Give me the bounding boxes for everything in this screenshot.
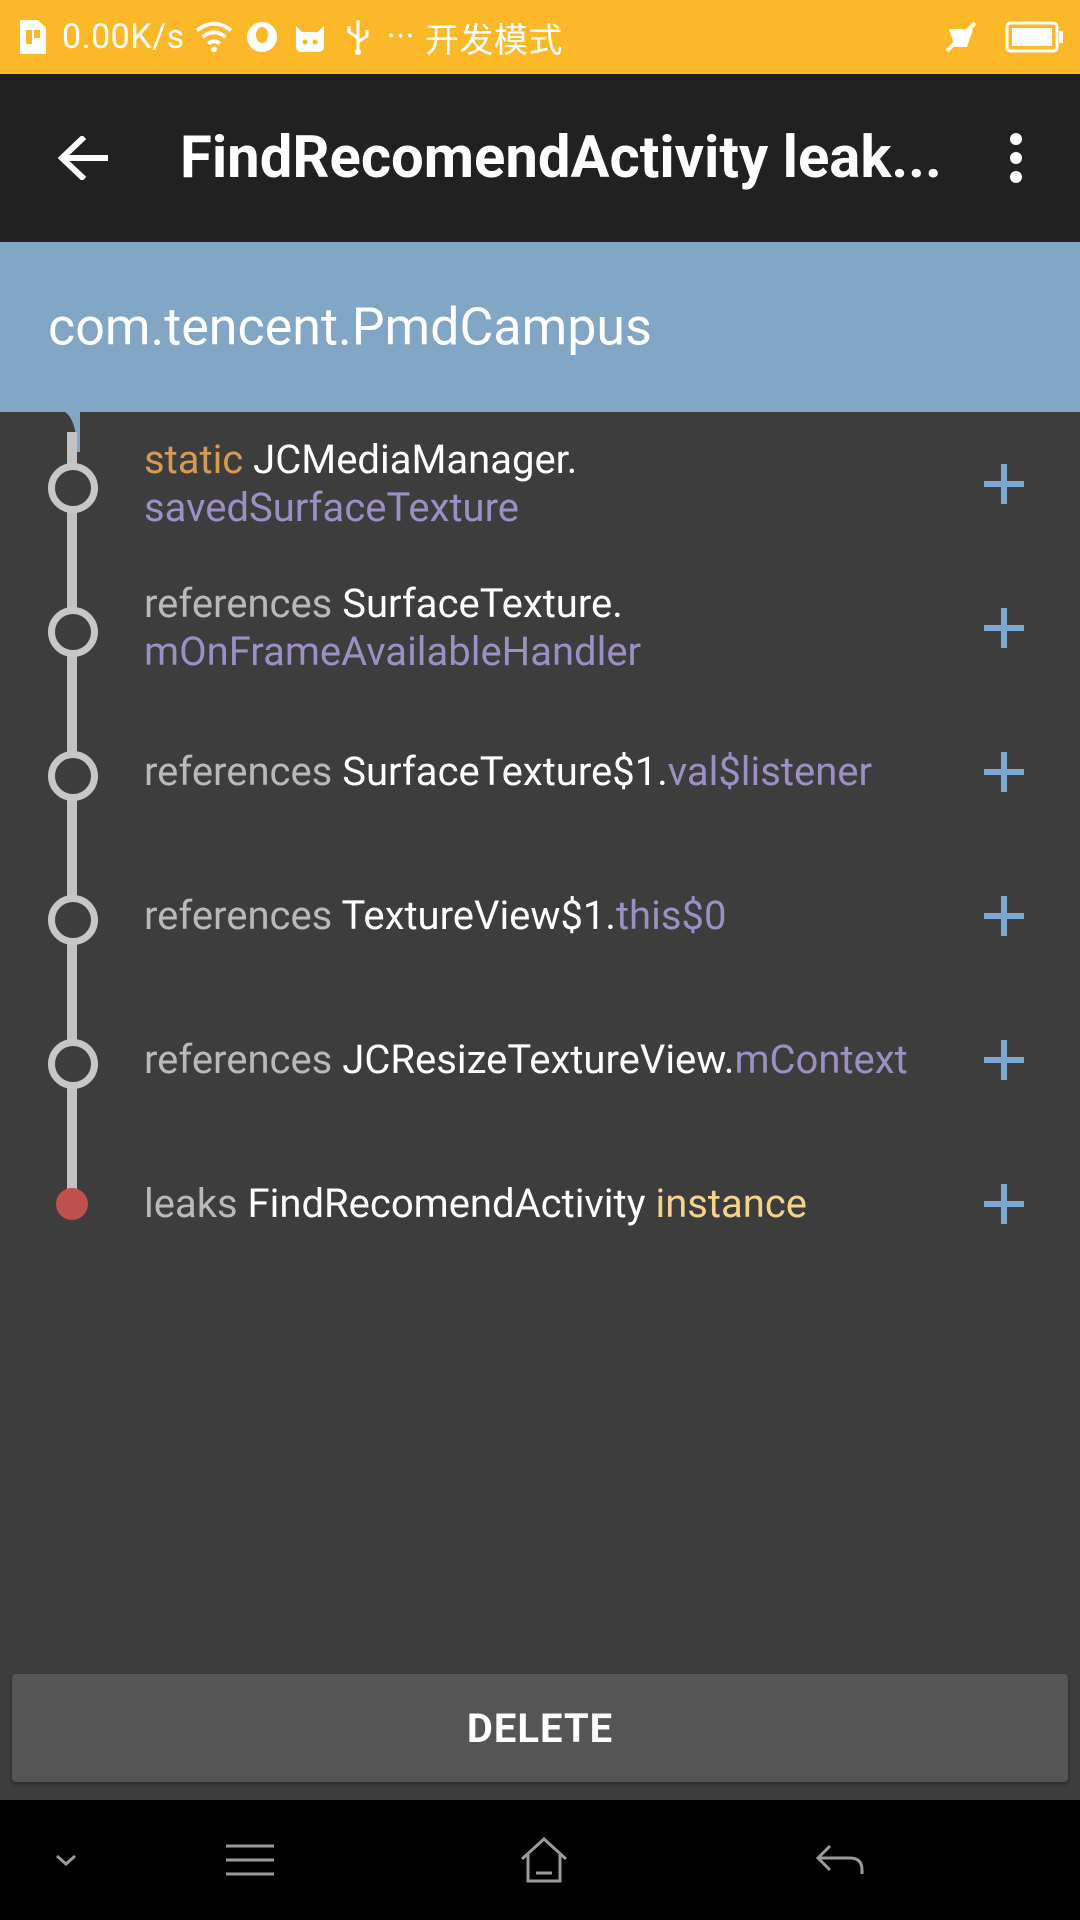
- trace-row[interactable]: references JCResizeTextureView.mContext: [0, 988, 1080, 1132]
- trace-class: FindRecomendActivity: [247, 1180, 646, 1227]
- trace-field: val$listener: [667, 748, 873, 795]
- trace-text: references JCResizeTextureView.mContext: [144, 1036, 964, 1084]
- wifi-icon: [195, 18, 233, 56]
- app-bar: FindRecomendActivity leak...: [0, 74, 1080, 242]
- expand-plus-icon[interactable]: [984, 602, 1036, 654]
- trace-node: [48, 1039, 98, 1089]
- trace-text: leaks FindRecomendActivity instance: [144, 1180, 964, 1228]
- trace-prefix: references: [144, 580, 333, 627]
- expand-plus-icon[interactable]: [984, 458, 1036, 510]
- expand-plus-icon[interactable]: [984, 1034, 1036, 1086]
- overflow-menu-icon[interactable]: [988, 118, 1044, 198]
- trace-prefix: references: [144, 892, 333, 939]
- trace-field: mOnFrameAvailableHandler: [144, 628, 642, 675]
- delete-button[interactable]: DELETE: [12, 1674, 1068, 1782]
- trace-text: references SurfaceTexture. mOnFrameAvail…: [144, 580, 964, 676]
- trace-text: references SurfaceTexture$1.val$listener: [144, 748, 964, 796]
- trace-field: savedSurfaceTexture: [144, 484, 519, 531]
- package-name: com.tencent.PmdCampus: [48, 296, 652, 358]
- leak-dot: [56, 1188, 88, 1220]
- trace-field: instance: [655, 1180, 808, 1227]
- trace-node: [48, 751, 98, 801]
- trace-prefix: references: [144, 1036, 333, 1083]
- trace-row[interactable]: references SurfaceTexture$1.val$listener: [0, 700, 1080, 844]
- trace-text: static JCMediaManager. savedSurfaceTextu…: [144, 436, 964, 532]
- trace-row[interactable]: static JCMediaManager. savedSurfaceTextu…: [0, 412, 1080, 556]
- back-arrow-icon[interactable]: [50, 124, 118, 192]
- trace-class: TextureView$1.: [341, 892, 616, 939]
- trace-node: [48, 607, 98, 657]
- package-header: com.tencent.PmdCampus: [0, 242, 1080, 412]
- trace-class: SurfaceTexture$1.: [342, 748, 668, 795]
- page-title: FindRecomendActivity leak...: [180, 124, 942, 192]
- notification-cat-icon: [291, 18, 329, 56]
- status-bar: 0.00K/s ··· 开发模式: [0, 0, 1080, 74]
- trace-prefix: leaks: [144, 1180, 238, 1227]
- battery-icon: [1004, 18, 1066, 56]
- notification-qq-icon: [243, 18, 281, 56]
- trace-row-leak[interactable]: leaks FindRecomendActivity instance: [0, 1132, 1080, 1276]
- developer-mode-label: 开发模式: [424, 20, 563, 61]
- trace-class: JCResizeTextureView.: [342, 1036, 735, 1083]
- trace-prefix: static: [144, 436, 244, 483]
- trace-prefix: references: [144, 748, 333, 795]
- home-icon[interactable]: [484, 1800, 604, 1920]
- trace-node: [48, 895, 98, 945]
- sim-card-icon: [14, 18, 52, 56]
- trace-class: JCMediaManager.: [253, 436, 578, 483]
- expand-plus-icon[interactable]: [984, 890, 1036, 942]
- trace-row[interactable]: references SurfaceTexture. mOnFrameAvail…: [0, 556, 1080, 700]
- mute-icon: [942, 18, 980, 56]
- more-notifications: ···: [386, 17, 415, 57]
- trace-node: [48, 463, 98, 513]
- trace-row[interactable]: references TextureView$1.this$0: [0, 844, 1080, 988]
- network-speed: 0.00K/s: [62, 17, 185, 57]
- usb-icon: [339, 18, 377, 56]
- chevron-down-icon[interactable]: [6, 1800, 126, 1920]
- trace-field: this$0: [615, 892, 727, 939]
- back-icon[interactable]: [780, 1800, 900, 1920]
- trace-field: mContext: [734, 1036, 908, 1083]
- expand-plus-icon[interactable]: [984, 746, 1036, 798]
- navigation-bar: [0, 1800, 1080, 1920]
- expand-plus-icon[interactable]: [984, 1178, 1036, 1230]
- trace-class: SurfaceTexture.: [342, 580, 623, 627]
- trace-text: references TextureView$1.this$0: [144, 892, 964, 940]
- menu-icon[interactable]: [190, 1800, 310, 1920]
